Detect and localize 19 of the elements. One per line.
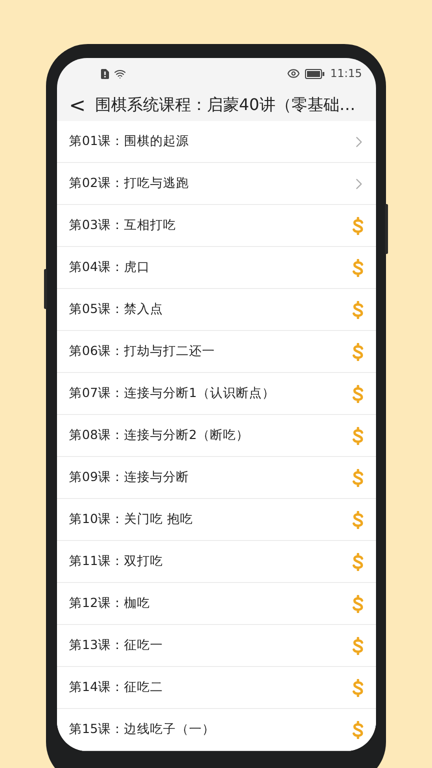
back-button[interactable]: < [69,95,85,116]
dollar-icon [352,594,364,612]
dollar-icon [352,468,364,486]
page-title: 围棋系统课程：启蒙40讲（零基础… [95,94,356,116]
dollar-icon [352,552,364,570]
dollar-icon [352,720,364,738]
dollar-icon [352,384,364,402]
dollar-icon [352,636,364,654]
eye-icon [287,67,300,80]
battery-icon [305,68,326,79]
dollar-icon [352,678,364,696]
dollar-icon [352,510,364,528]
sim-icon [101,68,109,79]
dollar-icon [352,258,364,276]
dollar-icon [352,426,364,444]
status-time: 11:15 [330,67,362,80]
dollar-icon [352,216,364,234]
dollar-icon [352,300,364,318]
dollar-icon [352,342,364,360]
